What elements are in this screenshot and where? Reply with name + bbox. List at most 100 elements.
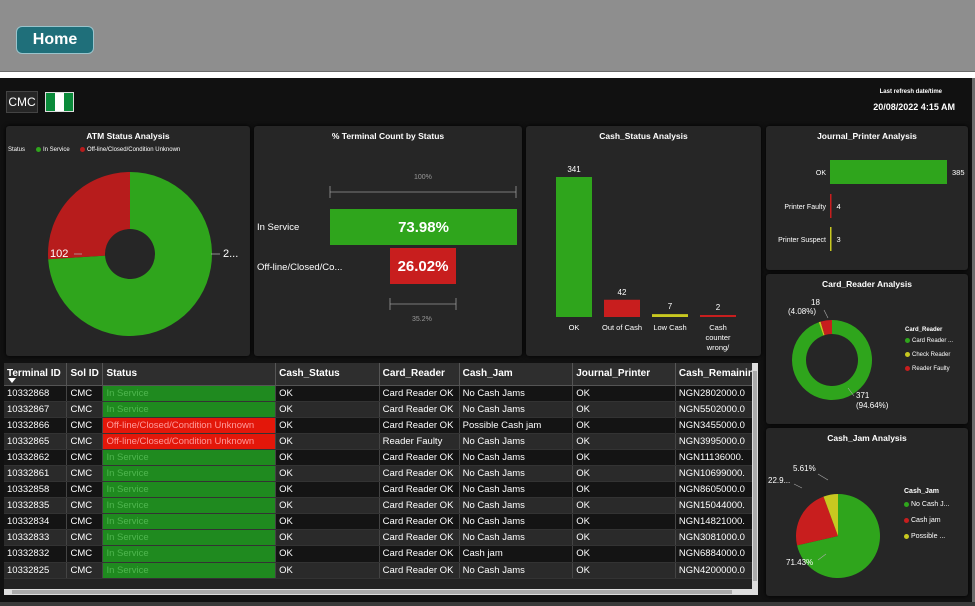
legend-item[interactable]: Card Reader ... <box>905 338 953 344</box>
category-label: OK <box>569 323 580 332</box>
table-row[interactable]: 10332865 CMC Off-line/Closed/Condition Unk… <box>4 433 758 450</box>
table-row[interactable]: 10332858 CMC In Service OK Card Reader OK No … <box>4 481 758 499</box>
category-label: Cash <box>709 323 727 332</box>
label-card-bottom-value: 371 <box>856 391 870 400</box>
funnel-bar-offline[interactable]: 26.02% <box>390 248 456 284</box>
table-cell: CMC <box>66 417 104 434</box>
table-cell: 10332867 <box>4 401 68 418</box>
table-cell: 10332832 <box>4 545 68 563</box>
table-cell: OK <box>572 497 676 515</box>
column-header-cash-status[interactable]: Cash_Status <box>275 363 380 386</box>
column-header-sol-id[interactable]: Sol ID <box>66 363 104 386</box>
terminal-table-panel[interactable]: Terminal ID Sol ID Status Cash_Status Card_R… <box>4 363 758 595</box>
terminal-count-panel[interactable]: % Terminal Count by Status 100% In Servi… <box>254 126 522 356</box>
bar-value-label: 4 <box>837 202 841 211</box>
slice-off-line-closed-condition-unknown[interactable] <box>47 172 130 260</box>
table-cell: OK <box>275 481 380 499</box>
legend-item[interactable]: Reader Faulty <box>905 366 950 372</box>
legend-item[interactable]: No Cash J... <box>904 501 950 508</box>
table-cell: NGN3455000.0 <box>675 417 758 434</box>
table-cell: Off-line/Closed/Condition Unknown <box>102 433 277 450</box>
table-cell: 10332868 <box>4 385 68 402</box>
table-cell: 10332861 <box>4 465 68 483</box>
table-cell: 10332835 <box>4 497 68 515</box>
table-cell: NGN5502000.0 <box>675 401 758 418</box>
column-header-card-reader[interactable]: Card_Reader <box>379 363 460 386</box>
atm-status-panel[interactable]: ATM Status Analysis Status In Service Of… <box>6 126 250 356</box>
table-cell: No Cash Jams <box>459 433 574 450</box>
column-header-cash-remainin[interactable]: Cash_Remainin <box>675 363 758 386</box>
vertical-scrollbar[interactable] <box>752 363 758 595</box>
table-cell: Card Reader OK <box>379 385 460 402</box>
table-cell: OK <box>572 513 676 531</box>
table-cell: NGN4200000.0 <box>675 562 758 579</box>
category-label: counter <box>705 333 731 342</box>
legend-dot-icon <box>905 338 910 343</box>
legend-item[interactable]: Possible ... <box>904 533 945 540</box>
column-header-status[interactable]: Status <box>102 363 277 386</box>
legend-item[interactable]: Cash jam <box>904 517 941 524</box>
table-cell: Card Reader OK <box>379 497 460 515</box>
table-cell: 10332858 <box>4 481 68 499</box>
cash-status-panel[interactable]: Cash_Status Analysis 341 OK 42 Out of Cash 7… <box>526 126 761 356</box>
scrollbar-thumb[interactable] <box>753 371 757 581</box>
cash-jam-panel[interactable]: Cash_Jam Analysis 5.61% 22.9... 71.43% C… <box>766 428 968 596</box>
window-edge <box>0 602 975 606</box>
table-cell: OK <box>572 433 676 450</box>
label-card-bottom-pct: (94.64%) <box>856 401 889 410</box>
table-cell: NGN2802000.0 <box>675 385 758 402</box>
table-cell: No Cash Jams <box>459 385 574 402</box>
home-button[interactable]: Home <box>16 26 94 54</box>
cash-status-bar-chart: 341 OK 42 Out of Cash 7 Low Cash 2 Cashcounterw… <box>556 165 736 352</box>
table-cell: OK <box>572 562 676 579</box>
bar-2[interactable] <box>652 314 688 317</box>
table-cell: NGN3081000.0 <box>675 529 758 547</box>
bar-3[interactable] <box>700 315 736 317</box>
category-label: Low Cash <box>653 323 686 332</box>
journal-printer-panel[interactable]: Journal_Printer Analysis OK 385 Printer Fa… <box>766 126 968 270</box>
atm-status-donut <box>47 172 220 336</box>
table-row[interactable]: 10332834 CMC In Service OK Card Reader OK No … <box>4 513 758 531</box>
column-header-cash-jam[interactable]: Cash_Jam <box>459 363 574 386</box>
category-label: Printer Suspect <box>778 237 826 244</box>
table-row[interactable]: 10332862 CMC In Service OK Card Reader OK No … <box>4 449 758 466</box>
table-cell: OK <box>275 417 380 434</box>
table-row[interactable]: 10332835 CMC In Service OK Card Reader OK No … <box>4 497 758 515</box>
table-row[interactable]: 10332868 CMC In Service OK Card Reader OK No … <box>4 385 758 402</box>
horizontal-scrollbar[interactable] <box>4 589 752 595</box>
table-cell: NGN6884000.0 <box>675 545 758 563</box>
table-cell: 10332865 <box>4 433 68 450</box>
legend-item[interactable]: Check Reader <box>905 352 950 358</box>
table-row[interactable]: 10332867 CMC In Service OK Card Reader OK No … <box>4 401 758 418</box>
table-row[interactable]: 10332866 CMC Off-line/Closed/Condition Unk… <box>4 417 758 434</box>
card-reader-panel[interactable]: Card_Reader Analysis 18 (4.08%) 371 (94.… <box>766 274 968 424</box>
bar-0[interactable] <box>830 160 947 184</box>
table-cell: CMC <box>66 513 104 531</box>
category-label: Printer Faulty <box>784 204 826 211</box>
table-cell: CMC <box>66 562 104 579</box>
category-label: OK <box>816 170 826 177</box>
table-row[interactable]: 10332825 CMC In Service OK Card Reader OK No … <box>4 562 758 579</box>
legend-dot-icon <box>904 517 909 523</box>
legend-title: Card_Reader <box>905 327 943 333</box>
table-cell: 10332825 <box>4 562 68 579</box>
scrollbar-thumb[interactable] <box>12 590 732 594</box>
table-row[interactable]: 10332832 CMC In Service OK Card Reader OK Cas… <box>4 545 758 563</box>
table-cell: OK <box>572 401 676 418</box>
table-row[interactable]: 10332861 CMC In Service OK Card Reader OK No … <box>4 465 758 483</box>
bar-0[interactable] <box>556 177 592 317</box>
funnel-bar-in-service[interactable]: 73.98% <box>330 209 517 245</box>
bar-value-label: 385 <box>952 168 965 177</box>
refresh-value: 20/08/2022 4:15 AM <box>873 102 955 112</box>
bar-1[interactable] <box>830 194 832 218</box>
table-cell: OK <box>275 529 380 547</box>
table-cell: No Cash Jams <box>459 401 574 418</box>
bar-1[interactable] <box>604 299 640 317</box>
table-cell: CMC <box>66 433 104 450</box>
bar-2[interactable] <box>830 227 832 251</box>
table-cell: OK <box>275 562 380 579</box>
sort-desc-icon[interactable] <box>8 378 16 383</box>
table-row[interactable]: 10332833 CMC In Service OK Card Reader OK No … <box>4 529 758 547</box>
column-header-journal-printer[interactable]: Journal_Printer <box>572 363 676 386</box>
label-offline-count: 102 <box>50 248 69 260</box>
